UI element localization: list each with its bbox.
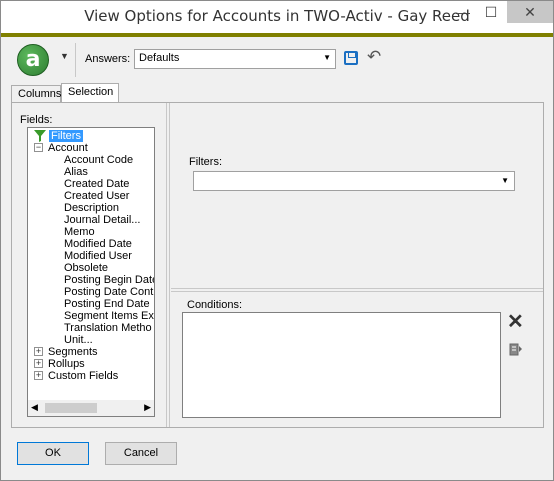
tree-node-label: Journal Detail... bbox=[64, 214, 141, 226]
scroll-right-icon[interactable]: ▶ bbox=[144, 402, 151, 413]
tree-node[interactable]: Filters bbox=[28, 130, 154, 142]
tree-node[interactable]: Alias bbox=[28, 166, 154, 178]
tree-node[interactable]: Journal Detail... bbox=[28, 214, 154, 226]
fields-label: Fields: bbox=[20, 114, 53, 126]
filters-select[interactable]: ▼ bbox=[193, 171, 515, 191]
fields-tree[interactable]: Filters − Account Account Code Alias Created … bbox=[27, 127, 155, 417]
scroll-left-icon[interactable]: ◀ bbox=[31, 402, 38, 413]
scroll-thumb[interactable] bbox=[45, 403, 97, 413]
vertical-splitter[interactable] bbox=[167, 103, 170, 427]
tree-node[interactable]: + Custom Fields bbox=[28, 370, 154, 382]
tree-node[interactable]: Segment Items Ex bbox=[28, 310, 154, 322]
tree-node-label: Memo bbox=[64, 226, 95, 238]
app-logo-icon[interactable]: a bbox=[17, 44, 49, 76]
minimize-button[interactable]: — bbox=[449, 1, 477, 23]
conditions-label: Conditions: bbox=[187, 299, 243, 311]
undo-icon[interactable]: ↶ bbox=[367, 47, 381, 67]
tree-node-label: Segment Items Ex bbox=[64, 310, 154, 322]
tree-node-label: Obsolete bbox=[64, 262, 109, 274]
tree-node[interactable]: + Segments bbox=[28, 346, 154, 358]
tree-node[interactable]: Unit... bbox=[28, 334, 154, 346]
tree-node[interactable]: + Rollups bbox=[28, 358, 154, 370]
logo-dropdown-icon[interactable]: ▼ bbox=[60, 51, 69, 61]
edit-condition-icon[interactable] bbox=[509, 342, 523, 356]
tree-node[interactable]: Description bbox=[28, 202, 154, 214]
horizontal-splitter[interactable] bbox=[171, 288, 543, 292]
tree-node-label: Modified Date bbox=[64, 238, 132, 250]
tree-node-label: Posting Date Cont bbox=[64, 286, 154, 298]
tree-node-label: Unit... bbox=[64, 334, 93, 346]
tree-node-label: Modified User bbox=[64, 250, 132, 262]
tab-columns[interactable]: Columns bbox=[11, 85, 61, 103]
close-button[interactable]: ✕ bbox=[507, 1, 553, 23]
delete-condition-icon[interactable]: ✕ bbox=[507, 312, 524, 332]
tree-node-label: Account Code bbox=[64, 154, 134, 166]
toolbar: a ▼ Answers: Defaults ▼ ↶ bbox=[1, 37, 553, 83]
tree-node[interactable]: Posting End Date bbox=[28, 298, 154, 310]
expand-icon[interactable]: + bbox=[34, 371, 43, 380]
tree-node[interactable]: Memo bbox=[28, 226, 154, 238]
tree-node-label: Account bbox=[48, 142, 88, 154]
tree-node[interactable]: Created Date bbox=[28, 178, 154, 190]
tree-node[interactable]: Modified Date bbox=[28, 238, 154, 250]
save-icon[interactable] bbox=[344, 51, 358, 65]
tree-node-label: Posting Begin Date bbox=[64, 274, 155, 286]
answers-label: Answers: bbox=[85, 53, 131, 65]
chevron-down-icon: ▼ bbox=[501, 176, 509, 185]
funnel-icon bbox=[34, 130, 46, 142]
toolbar-separator bbox=[75, 43, 76, 77]
ok-button[interactable]: OK bbox=[17, 442, 89, 465]
tree-node[interactable]: − Account bbox=[28, 142, 154, 154]
expand-icon[interactable]: + bbox=[34, 347, 43, 356]
filters-label: Filters: bbox=[189, 156, 222, 168]
tree-node-label: Created User bbox=[64, 190, 130, 202]
tree-node-label: Posting End Date bbox=[64, 298, 150, 310]
maximize-button[interactable]: ☐ bbox=[477, 1, 505, 23]
tree-node-label: Translation Metho bbox=[64, 322, 152, 334]
tree-node[interactable]: Account Code bbox=[28, 154, 154, 166]
tree-node[interactable]: Posting Begin Date bbox=[28, 274, 154, 286]
tree-node[interactable]: Posting Date Cont bbox=[28, 286, 154, 298]
tree-node-label: Segments bbox=[48, 346, 98, 358]
answers-select[interactable]: Defaults ▼ bbox=[134, 49, 336, 69]
tree-node-label: Filters bbox=[49, 130, 83, 142]
tree-node[interactable]: Modified User bbox=[28, 250, 154, 262]
horizontal-scrollbar[interactable]: ◀ ▶ bbox=[28, 400, 154, 416]
conditions-list[interactable] bbox=[182, 312, 501, 418]
filters-section: Filters: ▼ bbox=[171, 103, 543, 288]
tree-node[interactable]: Obsolete bbox=[28, 262, 154, 274]
expand-icon[interactable]: + bbox=[34, 359, 43, 368]
collapse-icon[interactable]: − bbox=[34, 143, 43, 152]
tree-node-label: Created Date bbox=[64, 178, 130, 190]
title-bar: View Options for Accounts in TWO-Activ -… bbox=[1, 1, 553, 33]
tree-node[interactable]: Created User bbox=[28, 190, 154, 202]
cancel-button[interactable]: Cancel bbox=[105, 442, 177, 465]
selection-panel: Fields: Filters − Account Account Code Alias… bbox=[11, 102, 544, 428]
tree-node-label: Alias bbox=[64, 166, 88, 178]
tab-selection[interactable]: Selection bbox=[61, 83, 119, 103]
tree-node[interactable]: Translation Metho bbox=[28, 322, 154, 334]
dialog-window: View Options for Accounts in TWO-Activ -… bbox=[0, 0, 554, 481]
logo-letter: a bbox=[25, 47, 41, 72]
tree-node-label: Custom Fields bbox=[48, 370, 119, 382]
tree-node-label: Description bbox=[64, 202, 120, 214]
answers-value: Defaults bbox=[139, 52, 180, 64]
fields-pane: Fields: Filters − Account Account Code Alias… bbox=[12, 103, 167, 427]
tree-node-label: Rollups bbox=[48, 358, 85, 370]
chevron-down-icon: ▼ bbox=[323, 53, 331, 62]
